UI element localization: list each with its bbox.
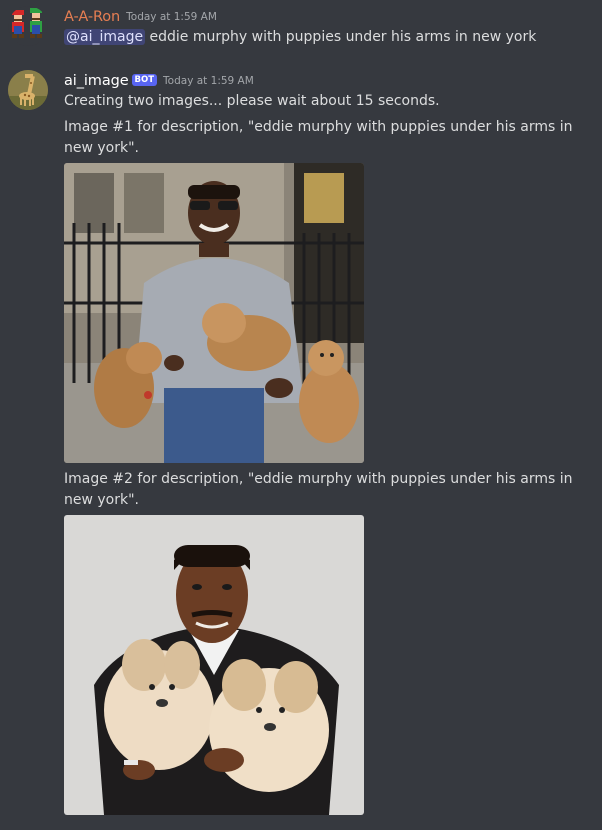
username[interactable]: A-A-Ron [64,9,120,25]
mario-luigi-avatar-icon[interactable] [8,6,48,46]
user-mention[interactable]: @ai_image [64,29,146,45]
timestamp: Today at 1:59 AM [126,11,217,23]
image-1-caption: Image #1 for description, "eddie murphy … [64,119,573,156]
generated-image-1[interactable] [64,163,364,463]
username[interactable]: ai_image [64,73,129,89]
generated-image-2[interactable] [64,515,364,815]
image-2-caption: Image #2 for description, "eddie murphy … [64,471,573,508]
message-content: @ai_image eddie murphy with puppies unde… [64,27,594,48]
bot-tag: BOT [131,74,158,86]
message-header: ai_image BOT Today at 1:59 AM [64,70,254,89]
timestamp: Today at 1:59 AM [163,75,254,87]
message-text: eddie murphy with puppies under his arms… [145,29,537,45]
message-header: A-A-Ron Today at 1:59 AM [64,6,217,25]
status-line: Creating two images... please wait about… [64,93,440,109]
giraffe-avatar-icon[interactable] [8,70,48,110]
